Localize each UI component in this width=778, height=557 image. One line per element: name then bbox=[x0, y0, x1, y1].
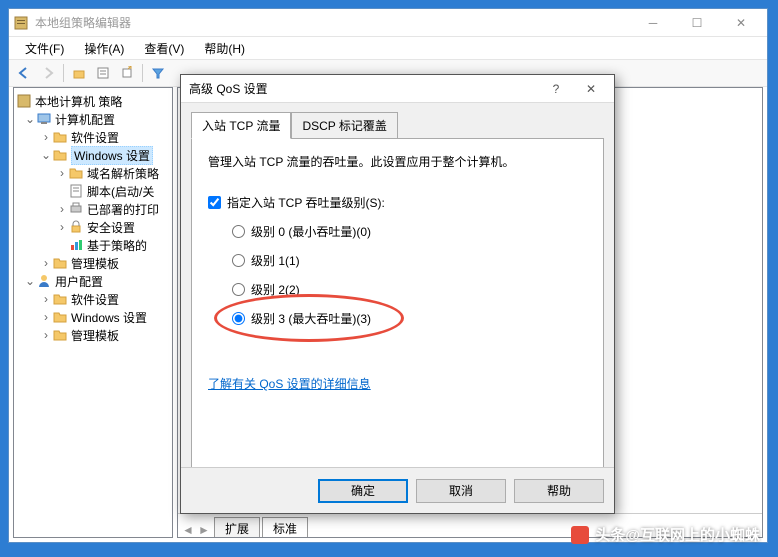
chevron-right-icon: › bbox=[56, 166, 68, 180]
tab-strip: 入站 TCP 流量 DSCP 标记覆盖 bbox=[191, 112, 604, 139]
tree-software-settings[interactable]: › 软件设置 bbox=[14, 128, 172, 146]
tree-windows-settings[interactable]: ⌄ Windows 设置 bbox=[14, 146, 172, 164]
watermark: 头条@互联网上的小蜘蛛 bbox=[571, 524, 760, 545]
tab-dscp-override[interactable]: DSCP 标记覆盖 bbox=[291, 112, 397, 139]
export-icon[interactable] bbox=[116, 62, 138, 84]
tree-user-config[interactable]: ⌄ 用户配置 bbox=[14, 272, 172, 290]
chevron-right-icon: › bbox=[40, 130, 52, 144]
chevron-right-icon: › bbox=[40, 310, 52, 324]
throughput-checkbox-row: 指定入站 TCP 吞吐量级别(S): bbox=[208, 194, 587, 211]
tab-inbound-tcp[interactable]: 入站 TCP 流量 bbox=[191, 112, 291, 139]
list-icon[interactable] bbox=[92, 62, 114, 84]
chevron-right-icon: › bbox=[40, 328, 52, 342]
chart-icon bbox=[68, 237, 84, 253]
throughput-checkbox-label: 指定入站 TCP 吞吐量级别(S): bbox=[227, 194, 385, 211]
menu-help[interactable]: 帮助(H) bbox=[196, 38, 253, 59]
up-icon[interactable] bbox=[68, 62, 90, 84]
window-controls: ─ ☐ ✕ bbox=[631, 9, 763, 37]
radio-level-1-label: 级别 1(1) bbox=[251, 252, 300, 269]
folder-icon bbox=[52, 309, 68, 325]
dialog-titlebar: 高级 QoS 设置 ? ✕ bbox=[181, 75, 614, 103]
tree-panel: 本地计算机 策略 ⌄ 计算机配置 › 软件设置 ⌄ Windows 设置 › 域… bbox=[13, 87, 173, 538]
folder-open-icon bbox=[52, 147, 68, 163]
tree-dns-policy[interactable]: › 域名解析策略 bbox=[14, 164, 172, 182]
user-icon bbox=[36, 273, 52, 289]
radio-level-2[interactable] bbox=[232, 283, 245, 296]
learn-more-link[interactable]: 了解有关 QoS 设置的详细信息 bbox=[208, 375, 371, 392]
computer-icon bbox=[36, 111, 52, 127]
tab-content: 管理入站 TCP 流量的吞吐量。此设置应用于整个计算机。 指定入站 TCP 吞吐… bbox=[191, 138, 604, 480]
close-button[interactable]: ✕ bbox=[719, 9, 763, 37]
folder-icon bbox=[68, 165, 84, 181]
radio-level-1-row: 级别 1(1) bbox=[232, 252, 587, 269]
tree-deployed-printers[interactable]: › 已部署的打印 bbox=[14, 200, 172, 218]
dialog-close-icon[interactable]: ✕ bbox=[576, 82, 606, 96]
radio-level-3-label: 级别 3 (最大吞吐量)(3) bbox=[251, 310, 371, 327]
back-icon[interactable] bbox=[13, 62, 35, 84]
filter-icon[interactable] bbox=[147, 62, 169, 84]
minimize-button[interactable]: ─ bbox=[631, 9, 675, 37]
radio-level-0-row: 级别 0 (最小吞吐量)(0) bbox=[232, 223, 587, 240]
app-icon bbox=[13, 15, 29, 31]
lock-icon bbox=[68, 219, 84, 235]
radio-level-2-label: 级别 2(2) bbox=[251, 281, 300, 298]
tab-scroll-left-icon[interactable]: ◄ bbox=[180, 523, 196, 537]
policy-icon bbox=[16, 93, 32, 109]
tree-root[interactable]: 本地计算机 策略 bbox=[14, 92, 172, 110]
radio-group: 级别 0 (最小吞吐量)(0) 级别 1(1) 级别 2(2) 级别 3 (最大… bbox=[208, 223, 587, 327]
help-button[interactable]: 帮助 bbox=[514, 479, 604, 503]
folder-icon bbox=[52, 327, 68, 343]
folder-icon bbox=[52, 129, 68, 145]
menubar: 文件(F) 操作(A) 查看(V) 帮助(H) bbox=[9, 37, 767, 59]
chevron-right-icon: › bbox=[56, 202, 68, 216]
radio-level-0-label: 级别 0 (最小吞吐量)(0) bbox=[251, 223, 371, 240]
tab-scroll-right-icon[interactable]: ► bbox=[196, 523, 212, 537]
folder-icon bbox=[52, 291, 68, 307]
cancel-button[interactable]: 取消 bbox=[416, 479, 506, 503]
tree-computer-config[interactable]: ⌄ 计算机配置 bbox=[14, 110, 172, 128]
chevron-down-icon: ⌄ bbox=[24, 112, 36, 126]
radio-level-1[interactable] bbox=[232, 254, 245, 267]
description-text: 管理入站 TCP 流量的吞吐量。此设置应用于整个计算机。 bbox=[208, 153, 587, 170]
titlebar: 本地组策略编辑器 ─ ☐ ✕ bbox=[9, 9, 767, 37]
maximize-button[interactable]: ☐ bbox=[675, 9, 719, 37]
script-icon bbox=[68, 183, 84, 199]
tree-security-settings[interactable]: › 安全设置 bbox=[14, 218, 172, 236]
printer-icon bbox=[68, 201, 84, 217]
dialog-title: 高级 QoS 设置 bbox=[189, 80, 546, 97]
tree-windows-settings-2[interactable]: › Windows 设置 bbox=[14, 308, 172, 326]
tree-policy-based[interactable]: 基于策略的 bbox=[14, 236, 172, 254]
tree-scripts[interactable]: 脚本(启动/关 bbox=[14, 182, 172, 200]
chevron-right-icon: › bbox=[40, 256, 52, 270]
radio-level-3-row: 级别 3 (最大吞吐量)(3) bbox=[232, 310, 587, 327]
tab-standard[interactable]: 标准 bbox=[262, 517, 308, 537]
qos-dialog: 高级 QoS 设置 ? ✕ 入站 TCP 流量 DSCP 标记覆盖 管理入站 T… bbox=[180, 74, 615, 514]
dialog-help-icon[interactable]: ? bbox=[546, 82, 566, 96]
tab-extended[interactable]: 扩展 bbox=[214, 517, 260, 537]
tree-admin-templates-2[interactable]: › 管理模板 bbox=[14, 326, 172, 344]
menu-file[interactable]: 文件(F) bbox=[17, 38, 72, 59]
dialog-footer: 确定 取消 帮助 bbox=[181, 467, 614, 513]
menu-view[interactable]: 查看(V) bbox=[136, 38, 192, 59]
folder-icon bbox=[52, 255, 68, 271]
radio-level-2-row: 级别 2(2) bbox=[232, 281, 587, 298]
ok-button[interactable]: 确定 bbox=[318, 479, 408, 503]
radio-level-0[interactable] bbox=[232, 225, 245, 238]
radio-level-3[interactable] bbox=[232, 312, 245, 325]
throughput-checkbox[interactable] bbox=[208, 196, 221, 209]
forward-icon[interactable] bbox=[37, 62, 59, 84]
window-title: 本地组策略编辑器 bbox=[35, 14, 631, 31]
chevron-right-icon: › bbox=[40, 292, 52, 306]
menu-action[interactable]: 操作(A) bbox=[76, 38, 132, 59]
chevron-down-icon: ⌄ bbox=[24, 274, 36, 288]
chevron-right-icon: › bbox=[56, 220, 68, 234]
tree-admin-templates[interactable]: › 管理模板 bbox=[14, 254, 172, 272]
chevron-down-icon: ⌄ bbox=[40, 148, 52, 162]
dialog-body: 入站 TCP 流量 DSCP 标记覆盖 管理入站 TCP 流量的吞吐量。此设置应… bbox=[181, 103, 614, 488]
tree-software-settings-2[interactable]: › 软件设置 bbox=[14, 290, 172, 308]
